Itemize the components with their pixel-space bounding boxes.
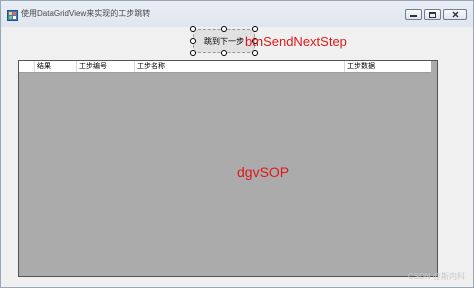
column-header-step-name[interactable]: 工步名称 — [135, 61, 345, 72]
resize-handle-left[interactable] — [190, 38, 196, 44]
minimize-button[interactable] — [405, 9, 422, 20]
column-header-result[interactable]: 结果 — [35, 61, 77, 72]
window-title: 使用DataGridView来实现的工步跳转 — [21, 9, 151, 18]
grid-header-row: 结果 工步编号 工步名称 工步数据 — [19, 61, 431, 73]
watermark: CSDN @斯内科 — [407, 272, 465, 281]
resize-handle-top-right[interactable] — [252, 26, 258, 32]
maximize-button[interactable] — [424, 9, 441, 20]
minimize-icon — [410, 12, 417, 17]
resize-handle-bottom[interactable] — [221, 50, 227, 56]
form-window: 使用DataGridView来实现的工步跳转 跳到下一步 btnSendNext… — [0, 0, 474, 288]
close-icon — [452, 11, 459, 18]
app-icon — [7, 8, 18, 21]
title-bar[interactable]: 使用DataGridView来实现的工步跳转 — [1, 1, 473, 27]
resize-handle-bottom-right[interactable] — [252, 50, 258, 56]
button-control-name-label: btnSendNextStep — [245, 34, 347, 49]
row-header-corner[interactable] — [19, 61, 35, 72]
column-header-step-data[interactable]: 工步数据 — [345, 61, 431, 72]
resize-handle-top[interactable] — [221, 26, 227, 32]
resize-handle-bottom-left[interactable] — [190, 50, 196, 56]
resize-handle-top-left[interactable] — [190, 26, 196, 32]
data-grid-view[interactable]: 结果 工步编号 工步名称 工步数据 — [18, 60, 438, 277]
next-step-button-label: 跳到下一步 — [204, 36, 244, 46]
column-header-step-number[interactable]: 工步编号 — [77, 61, 135, 72]
close-button[interactable] — [443, 9, 467, 20]
window-controls — [405, 9, 467, 20]
grid-control-name-label: dgvSOP — [237, 164, 290, 180]
maximize-icon — [429, 11, 436, 18]
